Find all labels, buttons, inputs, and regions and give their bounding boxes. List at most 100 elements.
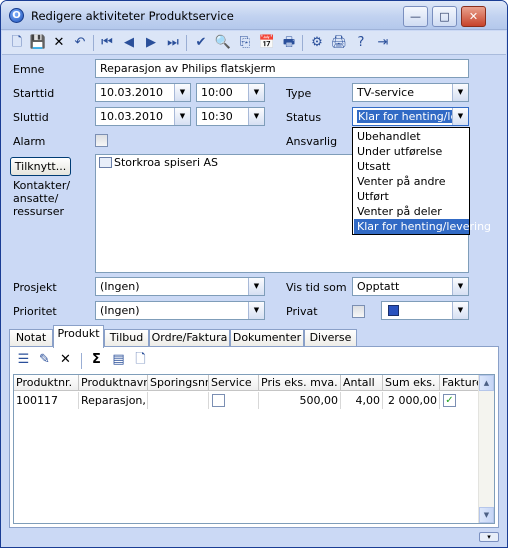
emne-input[interactable]: Reparasjon av Philips flatskjerm <box>95 59 469 78</box>
maximize-button[interactable]: □ <box>432 6 457 27</box>
fakturer-checkbox[interactable]: ✓ <box>443 394 456 407</box>
contact-item[interactable]: Storkroa spiseri AS <box>114 156 218 169</box>
column-header[interactable]: Produktnavn <box>79 375 148 391</box>
status-label: Status <box>286 111 322 124</box>
kontakter-label: Kontakter/ ansatte/ ressurser <box>13 179 71 218</box>
end-time-value: 10:30 <box>201 110 233 123</box>
column-header[interactable]: Sum eks. mva. <box>383 375 440 391</box>
main-toolbar: 🗋 💾 ✕ ↶ ⏮ ◀ ▶ ⏭ ✔ 🔍 ⎘ 📅 🖶 ⚙ 🖨 ? ⇥ <box>2 31 506 55</box>
alarm-checkbox[interactable] <box>95 134 108 147</box>
cell-sporingsnr <box>148 392 209 409</box>
type-select[interactable]: TV-service ▼ <box>352 83 469 102</box>
undo-icon[interactable]: ↶ <box>71 34 89 52</box>
delete-icon[interactable]: ✕ <box>50 34 68 52</box>
end-date-value: 10.03.2010 <box>100 110 163 123</box>
chevron-down-icon[interactable]: ▼ <box>248 108 264 125</box>
toolbar-separator <box>186 35 187 51</box>
alarm-label: Alarm <box>13 135 46 148</box>
chevron-down-icon[interactable]: ▼ <box>452 84 468 101</box>
last-icon[interactable]: ⏭ <box>164 34 182 52</box>
tab-produkt[interactable]: Produkt <box>53 325 104 348</box>
type-value: TV-service <box>357 86 414 99</box>
scroll-up-icon[interactable]: ▲ <box>479 375 494 391</box>
tab-tilbud[interactable]: Tilbud <box>104 329 149 347</box>
vis-tid-select[interactable]: Opptatt ▼ <box>352 277 469 296</box>
print-icon[interactable]: 🖶 <box>280 34 298 52</box>
delete-icon[interactable]: ✕ <box>57 352 74 368</box>
column-header[interactable]: Sporingsnr. <box>148 375 209 391</box>
status-option[interactable]: Venter på deler <box>354 204 469 219</box>
chevron-down-icon[interactable]: ▼ <box>452 302 468 319</box>
privat-checkbox[interactable] <box>352 305 365 318</box>
check-icon[interactable]: ✔ <box>192 34 210 52</box>
prev-icon[interactable]: ◀ <box>120 34 138 52</box>
chevron-down-icon[interactable]: ▼ <box>248 302 264 319</box>
print2-icon[interactable]: 🖨 <box>330 34 348 52</box>
color-select[interactable]: ▼ <box>381 301 469 320</box>
column-header[interactable]: Pris eks. mva. <box>259 375 341 391</box>
settings-icon[interactable]: ⚙ <box>308 34 326 52</box>
scroll-down-icon[interactable]: ▼ <box>479 507 494 523</box>
end-date-field[interactable]: 10.03.2010 ▼ <box>95 107 191 126</box>
tab-ordre-faktura[interactable]: Ordre/Faktura <box>149 329 230 347</box>
status-option[interactable]: Venter på andre <box>354 174 469 189</box>
chevron-down-icon[interactable]: ▼ <box>452 108 468 125</box>
window-title: Redigere aktiviteter Produktservice <box>31 9 234 23</box>
tab-dokumenter[interactable]: Dokumenter <box>230 329 304 347</box>
preview-icon[interactable]: 🔍 <box>214 34 232 52</box>
tilknytt-button[interactable]: Tilknytt... <box>10 157 71 176</box>
edit-list-icon[interactable]: ☰ <box>15 352 32 368</box>
chevron-down-icon[interactable]: ▼ <box>452 278 468 295</box>
status-option[interactable]: Klar for henting/levering <box>354 219 491 234</box>
sum-icon[interactable]: Σ <box>88 352 105 368</box>
status-select[interactable]: Klar for henting/levering▼ <box>352 107 469 126</box>
cell-sum: 2 000,00 <box>383 392 440 409</box>
chevron-down-icon[interactable]: ▼ <box>174 84 190 101</box>
column-header[interactable]: Antall <box>341 375 383 391</box>
vertical-scrollbar[interactable]: ▲ ▼ <box>478 375 494 523</box>
status-option[interactable]: Ubehandlet <box>354 129 469 144</box>
new-icon[interactable]: 🗋 <box>8 34 26 52</box>
exit-icon[interactable]: ⇥ <box>374 34 392 52</box>
document-icon[interactable]: 🗋 <box>132 352 149 368</box>
tab-bar: Notat Produkt Tilbud Ordre/Faktura Dokum… <box>9 325 499 348</box>
status-dropdown-list: Ubehandlet Under utførelse Utsatt Venter på… <box>352 127 491 235</box>
tab-notat[interactable]: Notat <box>9 329 53 347</box>
column-header[interactable]: Service <box>209 375 259 391</box>
overflow-menu-icon[interactable]: ▾ <box>479 532 499 542</box>
close-button[interactable]: ✕ <box>461 6 486 27</box>
save-icon[interactable]: 💾 <box>29 34 47 52</box>
start-date-value: 10.03.2010 <box>100 86 163 99</box>
end-time-field[interactable]: 10:30 ▼ <box>196 107 265 126</box>
minimize-button[interactable]: — <box>403 6 428 27</box>
prioritet-select[interactable]: (Ingen) ▼ <box>95 301 265 320</box>
help-icon[interactable]: ? <box>352 34 370 52</box>
chevron-down-icon[interactable]: ▼ <box>248 84 264 101</box>
stack-icon[interactable]: ▤ <box>110 352 127 368</box>
column-header[interactable]: Produktnr. <box>14 375 79 391</box>
column-header[interactable]: Fakturer <box>440 375 480 391</box>
start-time-field[interactable]: 10:00 ▼ <box>196 83 265 102</box>
chevron-down-icon[interactable]: ▼ <box>174 108 190 125</box>
status-option[interactable]: Under utførelse <box>354 144 469 159</box>
app-logo-icon: O <box>9 8 24 23</box>
service-checkbox[interactable] <box>212 394 225 407</box>
next-icon[interactable]: ▶ <box>142 34 160 52</box>
prosjekt-select[interactable]: (Ingen) ▼ <box>95 277 265 296</box>
first-icon[interactable]: ⏮ <box>98 34 116 52</box>
cell-pris: 500,00 <box>259 392 341 409</box>
status-option[interactable]: Utført <box>354 189 469 204</box>
edit-icon[interactable]: ✎ <box>36 352 53 368</box>
sluttid-label: Sluttid <box>13 111 49 124</box>
cell-fakturer: ✓ <box>440 392 480 409</box>
status-option[interactable]: Utsatt <box>354 159 469 174</box>
calendar-icon[interactable]: 📅 <box>258 34 276 52</box>
copy-icon[interactable]: ⎘ <box>236 34 254 52</box>
vis-tid-label: Vis tid som <box>286 281 347 294</box>
title-bar[interactable]: O Redigere aktiviteter Produktservice — … <box>1 1 507 30</box>
start-date-field[interactable]: 10.03.2010 ▼ <box>95 83 191 102</box>
cell-produktnr: 100117 <box>14 392 79 409</box>
chevron-down-icon[interactable]: ▼ <box>248 278 264 295</box>
tab-diverse[interactable]: Diverse <box>304 329 357 347</box>
starttid-label: Starttid <box>13 87 55 100</box>
